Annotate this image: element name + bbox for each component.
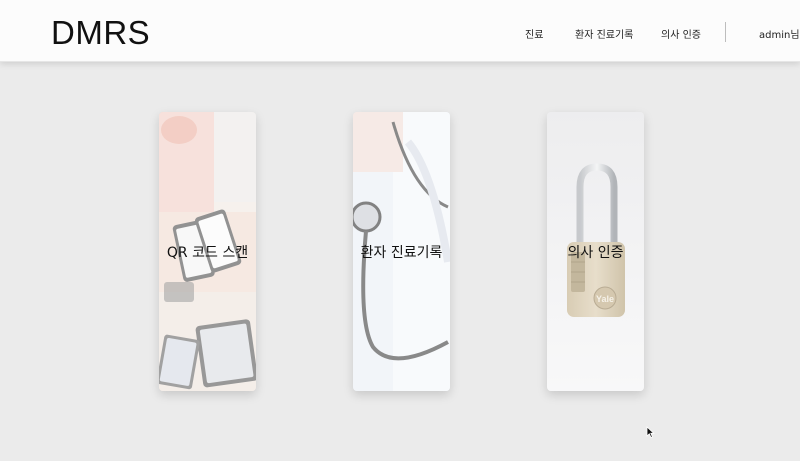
card-patient-records[interactable]: 환자 진료기록 xyxy=(353,112,450,391)
card-label-qr-scan: QR 코드 스캔 xyxy=(166,245,249,261)
mouse-cursor-icon xyxy=(646,426,655,439)
card-doctor-auth[interactable]: Yale 의사 인증 xyxy=(547,112,644,391)
card-qr-scan[interactable]: QR 코드 스캔 xyxy=(159,112,256,391)
nav-item-doctor-auth[interactable]: 의사 인증 xyxy=(661,26,701,41)
logo[interactable]: DMRS xyxy=(51,14,150,52)
nav-divider xyxy=(725,22,726,42)
top-header: DMRS 진료 환자 진료기록 의사 인증 admin님 xyxy=(0,0,800,62)
card-label-patient-records: 환자 진료기록 xyxy=(360,245,443,261)
nav-item-patient-records[interactable]: 환자 진료기록 xyxy=(575,26,633,41)
user-menu[interactable]: admin님 xyxy=(759,26,800,41)
nav-item-treatment[interactable]: 진료 xyxy=(525,26,543,41)
card-label-doctor-auth: 의사 인증 xyxy=(567,245,624,261)
